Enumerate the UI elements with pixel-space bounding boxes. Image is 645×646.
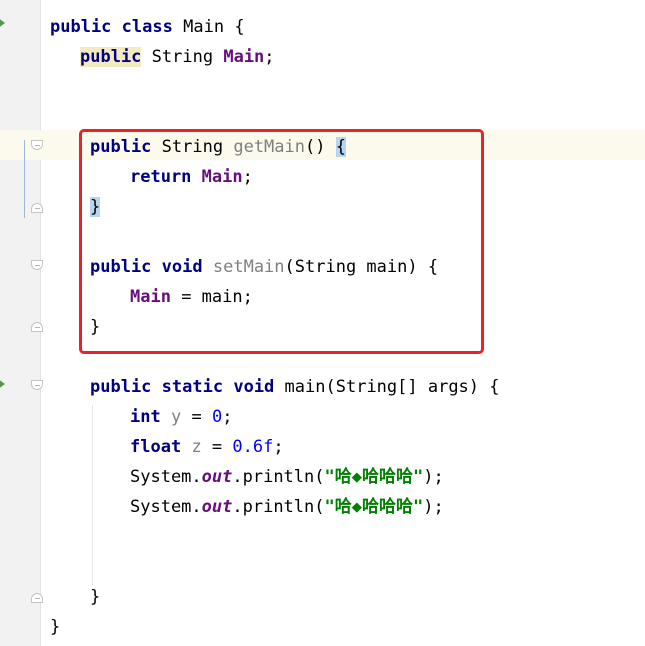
operator: = [181,407,212,427]
static-field: out [201,497,233,517]
fold-setter-icon[interactable] [31,260,43,270]
caret-scope-bar [24,140,25,218]
code-line-print-2[interactable]: System.out.println("哈◆哈哈哈"); [130,492,444,522]
keyword: public [90,377,152,397]
method-name: main [284,377,326,397]
keyword: int [130,407,161,427]
brace: } [90,587,101,607]
fold-main-icon[interactable] [31,380,43,390]
fold-setter-end-icon[interactable] [31,322,43,332]
run-main-icon[interactable] [0,378,5,390]
code-line-int-decl[interactable]: int y = 0; [130,402,232,432]
indent-guide [92,405,93,585]
method-call: .println( [232,497,325,517]
string-literal: "哈◆哈哈哈" [324,467,424,487]
semicolon: ; [273,437,284,457]
string-literal: "哈◆哈哈哈" [324,497,424,517]
code-line-main-end[interactable]: } [90,582,100,612]
class-name: Main [183,17,225,37]
number-literal: 0.6f [232,437,274,457]
call-end: ); [423,497,444,517]
keyword: public [50,17,112,37]
field-name: Main [223,47,265,67]
code-line-float-decl[interactable]: float z = 0.6f; [130,432,284,462]
operator: = [201,437,233,457]
class-ref: System. [130,467,202,487]
brace: { [234,17,245,37]
variable-name: z [191,437,202,457]
code-line-field-decl[interactable]: public String Main; [80,42,275,72]
variable-name: y [170,407,182,427]
code-line-class-decl[interactable]: public class Main { [50,12,245,42]
method-call: .println( [232,467,325,487]
code-line-print-1[interactable]: System.out.println("哈◆哈哈哈"); [130,462,444,492]
keyword: public [80,47,142,67]
fold-main-end-icon[interactable] [31,593,43,603]
params: (String[] args) [325,377,480,397]
keyword: class [121,17,173,37]
type-name: String [151,47,214,67]
selection-annotation-box [79,129,484,354]
semicolon: ; [264,47,275,67]
brace: { [489,377,500,397]
number-literal: 0 [211,407,223,427]
semicolon: ; [222,407,233,427]
keyword: void [233,377,275,397]
code-line-main-sig[interactable]: public static void main(String[] args) { [90,372,500,402]
fold-getter-end-icon[interactable] [31,203,43,213]
keyword: float [130,437,182,457]
call-end: ); [423,467,444,487]
run-class-icon[interactable] [0,17,5,29]
keyword: static [161,377,224,397]
brace: } [50,617,61,637]
class-ref: System. [130,497,202,517]
static-field: out [201,467,233,487]
code-line-class-end[interactable]: } [50,612,60,642]
